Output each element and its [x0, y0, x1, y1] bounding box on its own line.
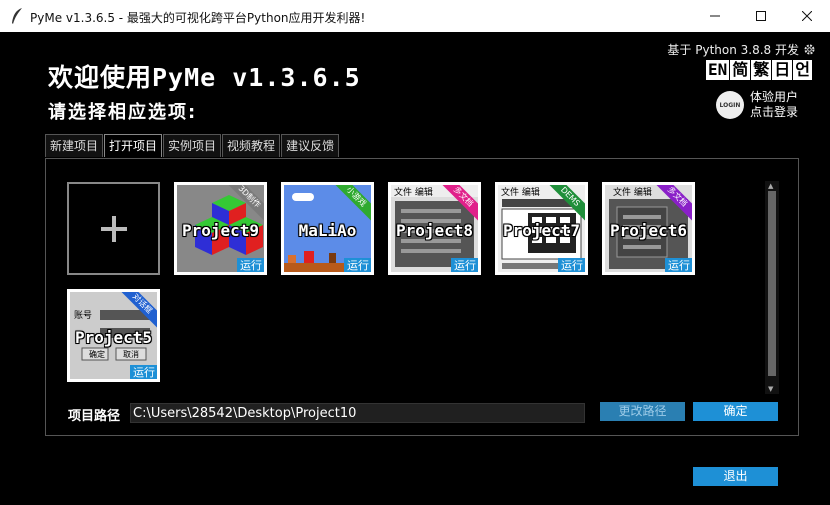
user-type-label: 体验用户	[750, 90, 799, 104]
login-icon[interactable]: LOGIN	[716, 91, 744, 119]
close-icon	[802, 11, 812, 21]
run-button[interactable]: 运行	[130, 365, 157, 379]
change-path-button[interactable]: 更改路径	[600, 402, 685, 421]
tab-feedback[interactable]: 建议反馈	[281, 134, 340, 157]
vertical-scrollbar[interactable]: ▲ ▼	[765, 181, 779, 394]
thumb-cancel-label: 取消	[123, 349, 139, 359]
scroll-up-icon[interactable]: ▲	[768, 182, 773, 190]
lang-korean-button[interactable]: 언	[793, 60, 812, 80]
tab-video-tutorial[interactable]: 视频教程	[222, 134, 281, 157]
run-button[interactable]: 运行	[558, 258, 585, 272]
plus-icon	[100, 215, 127, 242]
project-card[interactable]: 文件 编辑 多文档 Project8 运行	[388, 182, 481, 275]
window-title: PyMe v1.3.6.5 - 最强大的可视化跨平台Python应用开发利器!	[30, 11, 366, 25]
minimize-icon	[710, 15, 720, 17]
python-info: 基于 Python 3.8.8 开发	[667, 41, 816, 58]
thumb-account-label: 账号	[74, 310, 92, 321]
python-info-text: 基于 Python 3.8.8 开发	[667, 43, 799, 57]
page-subtitle: 请选择相应选项:	[48, 102, 198, 123]
run-button[interactable]: 运行	[237, 258, 264, 272]
add-project-button[interactable]	[67, 182, 160, 275]
project-card[interactable]: 文件 编辑 多文档 Project6 运行	[602, 182, 695, 275]
project-card[interactable]: 小游戏 MaLiAo 运行	[281, 182, 374, 275]
project-name: MaLiAo	[298, 221, 357, 240]
thumb-menu-text: 文件 编辑	[394, 186, 433, 198]
project-name: Project7	[502, 221, 581, 240]
exit-button[interactable]: 退出	[693, 467, 778, 486]
welcome-title: 欢迎使用PyMe v1.3.6.5	[48, 63, 361, 92]
project-path-input[interactable]: C:\Users\28542\Desktop\Project10	[130, 403, 585, 423]
thumb-menu-text: 文件 编辑	[613, 186, 652, 198]
minimize-button[interactable]	[692, 0, 738, 32]
scroll-down-icon[interactable]: ▼	[768, 385, 773, 393]
lang-simplified-button[interactable]: 简	[730, 60, 751, 80]
run-button[interactable]: 运行	[665, 258, 692, 272]
scrollbar-thumb[interactable]	[768, 191, 776, 376]
gear-icon[interactable]	[803, 43, 816, 56]
maximize-icon	[756, 11, 766, 21]
run-button[interactable]: 运行	[451, 258, 478, 272]
maximize-button[interactable]	[738, 0, 784, 32]
thumb-confirm-label: 确定	[89, 349, 105, 359]
feather-icon	[12, 8, 22, 24]
project-card[interactable]: 3D制作 Project9 运行	[174, 182, 267, 275]
thumb-menu-text: 文件 编辑	[501, 186, 540, 198]
title-bar: PyMe v1.3.6.5 - 最强大的可视化跨平台Python应用开发利器!	[0, 0, 830, 32]
run-button[interactable]: 运行	[344, 258, 371, 272]
project-card[interactable]: 账号 确定 取消 对话框 Project5 运行	[67, 289, 160, 382]
project-path-label: 项目路径	[68, 409, 121, 424]
project-name: Project6	[609, 221, 688, 240]
lang-en-button[interactable]: EN	[705, 60, 730, 80]
project-name: Project9	[181, 221, 260, 240]
lang-japanese-button[interactable]: 日	[772, 60, 793, 80]
tab-new-project[interactable]: 新建项目	[45, 134, 104, 157]
tab-example-project[interactable]: 实例项目	[163, 134, 222, 157]
login-link[interactable]: 点击登录	[750, 105, 798, 120]
language-switcher: EN 简 繁 日 언	[705, 60, 812, 80]
project-name: Project5	[74, 328, 153, 347]
login-area[interactable]: LOGIN 体验用户 点击登录	[716, 90, 798, 120]
project-name: Project8	[395, 221, 474, 240]
confirm-button[interactable]: 确定	[693, 402, 778, 421]
lang-traditional-button[interactable]: 繁	[751, 60, 772, 80]
project-card[interactable]: 文件 编辑 DEMS Project7 运行	[495, 182, 588, 275]
close-button[interactable]	[784, 0, 830, 32]
tab-open-project[interactable]: 打开项目	[104, 134, 163, 157]
tab-bar: 新建项目 打开项目 实例项目 视频教程 建议反馈	[45, 134, 340, 157]
